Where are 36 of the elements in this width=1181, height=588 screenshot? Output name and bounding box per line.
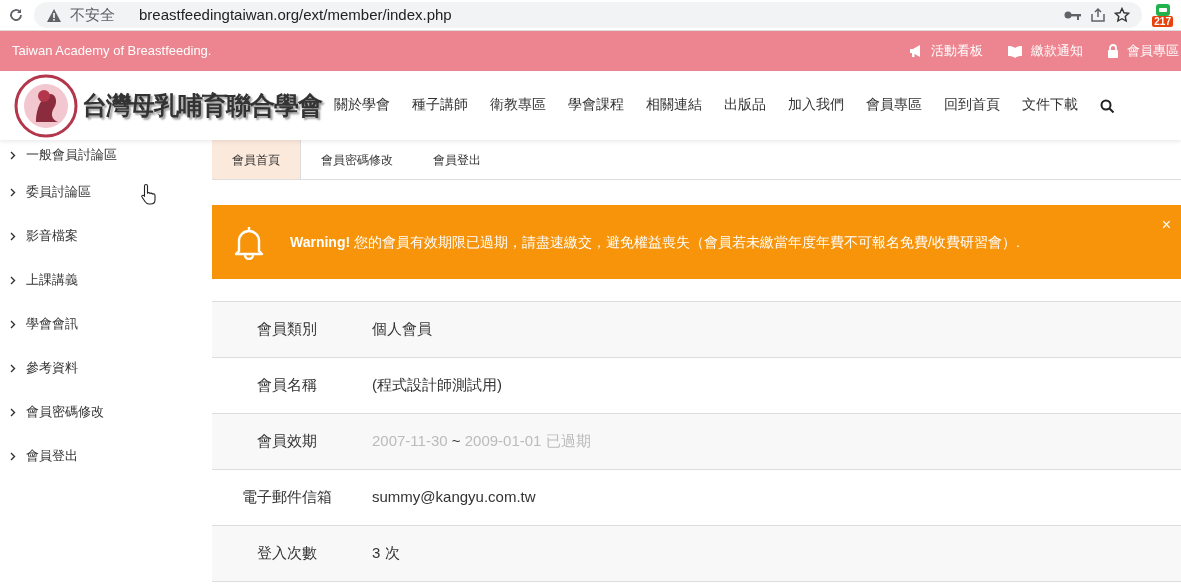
nav-link[interactable]: 文件下載 [1022,95,1078,116]
sidebar-item[interactable]: 委員討論區 [0,170,212,214]
sidebar-item[interactable]: 學會會訊 [0,302,212,346]
member-tab[interactable]: 會員首頁 [212,140,301,179]
field-label: 會員名稱 [256,375,318,396]
site-tagline: Taiwan Academy of Breastfeeding. [12,42,213,61]
nav-link[interactable]: 加入我們 [788,95,844,116]
sidebar-item[interactable]: 影音檔案 [0,214,212,258]
security-label[interactable]: 不安全 [70,3,115,27]
nav-link[interactable]: 會員專區 [866,95,922,116]
field-label: 會員類別 [256,319,318,340]
field-label: 登入次數 [256,543,318,564]
field-value: summy@kangyu.com.tw [371,487,536,508]
sidebar-item[interactable]: 一般會員討論區 [0,140,212,170]
field-value: 2007-11-30 ~ 2009-01-01 已過期 [371,431,591,452]
field-label: 電子郵件信箱 [241,487,333,508]
site-logo[interactable]: 台灣母乳哺育聯合學會 [14,73,322,138]
field-value: (程式設計師測試用) [371,375,502,396]
field-value: 個人會員 [371,319,432,340]
count-badge: 217 [1152,15,1173,27]
nav-link[interactable]: 回到首頁 [944,95,1000,116]
alert-message: Warning! 您的會員有效期限已過期，請盡速繳交，避免權益喪失（會員若未繳當年度年費不可報名免費/收費研習會）. [290,232,1020,252]
field-value: 3 次 [371,543,400,564]
sidebar-item[interactable]: 上課講義 [0,258,212,302]
sidebar-item[interactable]: 會員密碼修改 [0,390,212,434]
extension-button[interactable]: 217 [1152,3,1173,27]
nav-link[interactable]: 學會課程 [568,95,624,116]
nav-link[interactable]: 種子講師 [412,95,468,116]
url-text[interactable]: breastfeedingtaiwan.org/ext/member/index.php [139,3,452,27]
nav-link[interactable]: 相關連結 [646,95,702,116]
field-label: 會員效期 [256,431,318,452]
sidebar-item[interactable]: 會員登出 [0,434,212,478]
nav-link[interactable]: 衛教專區 [490,95,546,116]
nav-link[interactable]: 出版品 [724,95,766,116]
nav-link[interactable]: 關於學會 [334,95,390,116]
sidebar-item[interactable]: 參考資料 [0,346,212,390]
